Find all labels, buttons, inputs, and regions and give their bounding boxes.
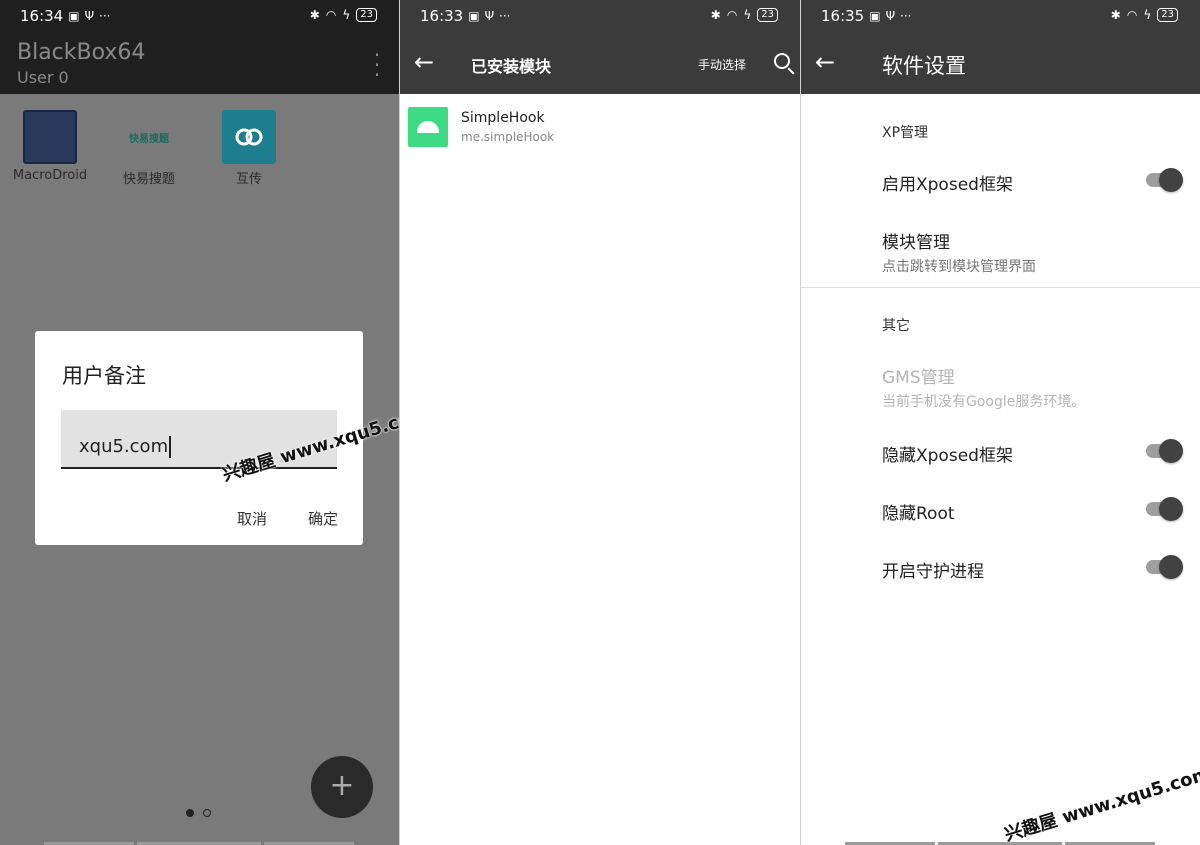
hutuan-icon: [222, 110, 276, 164]
module-list-item[interactable]: SimpleHook me.simpleHook: [400, 100, 800, 156]
user-subtitle: User 0: [17, 68, 69, 87]
section-header-other: 其它: [882, 318, 910, 334]
more-notifications-icon: ···: [900, 9, 912, 23]
page-dot-active: [186, 809, 194, 817]
section-divider: [801, 287, 1200, 288]
notification-icon: ▣: [68, 9, 80, 23]
app-label: MacroDroid: [12, 168, 88, 183]
back-arrow-icon[interactable]: ←: [414, 48, 434, 76]
blackbox-home-screen: 16:34 ▣ Ψ ··· ✱ ◠ ϟ 23 BlackBox64 User 0…: [0, 0, 399, 845]
status-time: 16:34: [20, 7, 64, 25]
cancel-button[interactable]: 取消: [237, 508, 267, 529]
manual-select-button[interactable]: 手动选择: [698, 56, 746, 73]
toolbar: ← 软件设置: [801, 32, 1200, 94]
setting-hide-xposed[interactable]: 隐藏Xposed框架: [882, 441, 1013, 466]
page-title: 软件设置: [882, 54, 966, 78]
search-icon[interactable]: [774, 53, 790, 69]
more-notifications-icon: ···: [99, 9, 111, 23]
app-hutuan[interactable]: 互传: [199, 110, 299, 187]
overflow-menu-icon[interactable]: · · ·: [373, 45, 381, 85]
status-time: 16:35: [821, 7, 865, 25]
note-input-value: xqu5.com: [79, 436, 169, 457]
daemon-switch[interactable]: [1146, 555, 1183, 579]
setting-label: 隐藏Xposed框架: [882, 446, 1013, 466]
module-name: SimpleHook: [461, 110, 545, 126]
panel-divider: [399, 0, 400, 845]
page-indicator: [186, 809, 211, 817]
more-notifications-icon: ···: [499, 9, 511, 23]
app-macrodroid[interactable]: MacroDroid: [0, 110, 100, 183]
bluetooth-icon: ✱: [710, 8, 721, 22]
app-label: 快易搜题: [122, 172, 175, 187]
app-bar: BlackBox64 User 0 · · ·: [0, 32, 399, 94]
setting-summary: 点击跳转到模块管理界面: [882, 259, 1036, 275]
text-caret: [169, 436, 171, 458]
setting-label: 隐藏Root: [882, 504, 955, 524]
bluetooth-icon: ✱: [1110, 8, 1121, 22]
usb-icon: Ψ: [84, 9, 95, 23]
wifi-icon: ◠: [325, 8, 337, 22]
battery-icon: 23: [1157, 8, 1178, 22]
setting-hide-root[interactable]: 隐藏Root: [882, 499, 955, 524]
hide-xposed-switch[interactable]: [1146, 439, 1183, 463]
setting-daemon-process[interactable]: 开启守护进程: [882, 557, 984, 582]
usb-icon: Ψ: [885, 9, 896, 23]
app-kuaiyi-soti[interactable]: 快易搜题 快易搜题: [99, 110, 199, 188]
battery-icon: 23: [757, 8, 778, 22]
toolbar: ← 已安装模块 手动选择: [400, 32, 800, 94]
notification-icon: ▣: [468, 9, 480, 23]
page-title: 已安装模块: [471, 57, 552, 76]
macrodroid-icon: [23, 110, 77, 164]
charging-icon: ϟ: [342, 8, 351, 22]
kuaiyi-soti-icon: 快易搜题: [122, 110, 176, 164]
back-arrow-icon[interactable]: ←: [815, 48, 835, 76]
setting-label: 模块管理: [882, 233, 950, 253]
status-bar: 16:33 ▣ Ψ ··· ✱ ◠ ϟ 23: [400, 0, 800, 32]
setting-gms-management: GMS管理 当前手机没有Google服务环境。: [882, 363, 1085, 411]
status-bar: 16:34 ▣ Ψ ··· ✱ ◠ ϟ 23: [0, 0, 399, 32]
setting-label: GMS管理: [882, 368, 955, 388]
setting-module-management[interactable]: 模块管理 点击跳转到模块管理界面: [882, 228, 1036, 276]
battery-icon: 23: [356, 8, 377, 22]
software-settings-screen: 16:35 ▣ Ψ ··· ✱ ◠ ϟ 23 ← 软件设置 XP管理 启用Xpo…: [801, 0, 1200, 845]
setting-label: 开启守护进程: [882, 562, 984, 582]
setting-summary: 当前手机没有Google服务环境。: [882, 394, 1086, 410]
app-title: BlackBox64: [17, 40, 146, 65]
enable-xposed-switch[interactable]: [1146, 168, 1183, 192]
hide-root-switch[interactable]: [1146, 497, 1183, 521]
charging-icon: ϟ: [1143, 8, 1152, 22]
page-dot: [203, 809, 211, 817]
dialog-title: 用户备注: [62, 364, 146, 388]
module-package: me.simpleHook: [461, 130, 555, 144]
wifi-icon: ◠: [1126, 8, 1138, 22]
status-bar: 16:35 ▣ Ψ ··· ✱ ◠ ϟ 23: [801, 0, 1200, 32]
charging-icon: ϟ: [743, 8, 752, 22]
usb-icon: Ψ: [484, 9, 495, 23]
bluetooth-icon: ✱: [309, 8, 320, 22]
status-time: 16:33: [420, 7, 464, 25]
app-label: 互传: [235, 172, 262, 187]
installed-modules-screen: 16:33 ▣ Ψ ··· ✱ ◠ ϟ 23 ← 已安装模块 手动选择 Simp…: [400, 0, 800, 845]
kuaiyi-icon-text: 快易搜题: [129, 133, 169, 145]
section-header-xp: XP管理: [882, 125, 929, 141]
wifi-icon: ◠: [726, 8, 738, 22]
add-fab-button[interactable]: +: [311, 756, 373, 818]
setting-enable-xposed[interactable]: 启用Xposed框架: [882, 170, 1013, 195]
panel-divider: [800, 0, 801, 845]
setting-label: 启用Xposed框架: [882, 175, 1013, 195]
confirm-button[interactable]: 确定: [308, 508, 338, 529]
android-icon: [408, 107, 448, 147]
notification-icon: ▣: [869, 9, 881, 23]
